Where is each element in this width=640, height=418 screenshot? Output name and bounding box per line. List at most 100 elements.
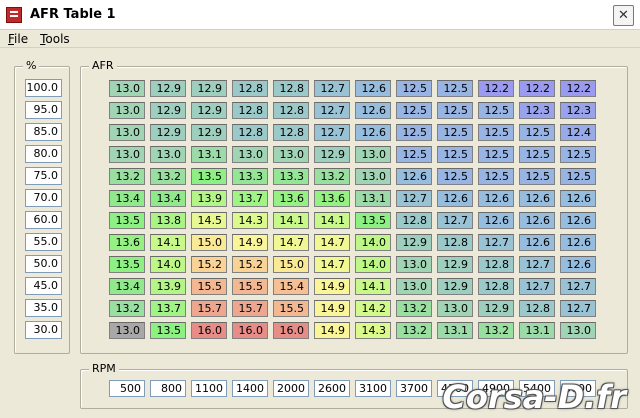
afr-cell[interactable]: 12.7	[314, 80, 350, 97]
afr-cell[interactable]: 12.6	[355, 124, 391, 141]
afr-cell[interactable]: 12.8	[232, 102, 268, 119]
afr-cell[interactable]: 13.2	[396, 300, 432, 317]
afr-cell[interactable]: 12.7	[519, 256, 555, 273]
afr-cell[interactable]: 12.5	[519, 146, 555, 163]
afr-cell[interactable]: 12.5	[437, 80, 473, 97]
afr-cell[interactable]: 12.9	[437, 256, 473, 273]
afr-cell[interactable]: 14.2	[355, 300, 391, 317]
afr-cell[interactable]: 13.0	[109, 146, 145, 163]
afr-cell[interactable]: 14.9	[232, 234, 268, 251]
afr-cell[interactable]: 13.8	[150, 212, 186, 229]
afr-cell[interactable]: 15.4	[273, 278, 309, 295]
afr-cell[interactable]: 13.9	[150, 278, 186, 295]
pct-cell[interactable]: 80.0	[25, 145, 62, 163]
afr-cell[interactable]: 14.1	[273, 212, 309, 229]
afr-cell[interactable]: 12.8	[273, 124, 309, 141]
afr-cell[interactable]: 13.1	[519, 322, 555, 339]
afr-cell[interactable]: 13.0	[396, 256, 432, 273]
afr-cell[interactable]: 12.7	[437, 212, 473, 229]
afr-cell[interactable]: 13.5	[191, 168, 227, 185]
afr-cell[interactable]: 12.7	[314, 124, 350, 141]
pct-cell[interactable]: 60.0	[25, 211, 62, 229]
afr-cell[interactable]: 14.0	[355, 234, 391, 251]
afr-cell[interactable]: 12.6	[478, 190, 514, 207]
afr-cell[interactable]: 12.8	[232, 80, 268, 97]
afr-cell[interactable]: 12.7	[560, 278, 596, 295]
afr-cell[interactable]: 12.6	[560, 256, 596, 273]
afr-cell[interactable]: 15.7	[191, 300, 227, 317]
afr-cell[interactable]: 13.2	[109, 300, 145, 317]
afr-cell[interactable]: 12.6	[396, 168, 432, 185]
afr-cell[interactable]: 12.3	[519, 102, 555, 119]
afr-cell[interactable]: 12.6	[560, 190, 596, 207]
afr-cell[interactable]: 12.6	[355, 80, 391, 97]
afr-cell[interactable]: 12.2	[560, 80, 596, 97]
afr-cell[interactable]: 14.0	[355, 256, 391, 273]
afr-cell[interactable]: 13.5	[150, 322, 186, 339]
afr-cell[interactable]: 12.3	[560, 102, 596, 119]
rpm-cell[interactable]: 1100	[191, 380, 227, 397]
rpm-cell[interactable]: 2600	[314, 380, 350, 397]
pct-cell[interactable]: 95.0	[25, 101, 62, 119]
afr-cell[interactable]: 13.0	[355, 146, 391, 163]
afr-cell[interactable]: 13.7	[150, 300, 186, 317]
rpm-cell[interactable]: 3100	[355, 380, 391, 397]
afr-cell[interactable]: 12.2	[478, 80, 514, 97]
rpm-cell[interactable]: 800	[150, 380, 186, 397]
menu-tools[interactable]: Tools	[40, 32, 70, 46]
afr-cell[interactable]: 15.2	[191, 256, 227, 273]
afr-cell[interactable]: 13.0	[109, 124, 145, 141]
afr-cell[interactable]: 14.7	[314, 234, 350, 251]
afr-cell[interactable]: 12.9	[437, 278, 473, 295]
afr-cell[interactable]: 13.0	[560, 322, 596, 339]
afr-cell[interactable]: 16.0	[191, 322, 227, 339]
afr-cell[interactable]: 12.5	[437, 102, 473, 119]
afr-cell[interactable]: 14.9	[314, 278, 350, 295]
afr-cell[interactable]: 13.0	[109, 80, 145, 97]
afr-cell[interactable]: 12.6	[519, 234, 555, 251]
afr-cell[interactable]: 12.5	[396, 102, 432, 119]
afr-cell[interactable]: 12.9	[191, 80, 227, 97]
afr-cell[interactable]: 14.0	[150, 256, 186, 273]
afr-cell[interactable]: 12.9	[191, 124, 227, 141]
pct-cell[interactable]: 45.0	[25, 277, 62, 295]
afr-cell[interactable]: 12.8	[232, 124, 268, 141]
afr-cell[interactable]: 13.0	[150, 146, 186, 163]
afr-cell[interactable]: 13.1	[355, 190, 391, 207]
afr-cell[interactable]: 12.5	[478, 146, 514, 163]
pct-cell[interactable]: 30.0	[25, 321, 62, 339]
afr-cell[interactable]: 12.6	[519, 190, 555, 207]
afr-cell[interactable]: 13.2	[314, 168, 350, 185]
afr-cell[interactable]: 12.7	[478, 234, 514, 251]
afr-cell[interactable]: 12.9	[396, 234, 432, 251]
afr-cell[interactable]: 12.6	[355, 102, 391, 119]
afr-cell[interactable]: 14.7	[314, 256, 350, 273]
afr-cell[interactable]: 14.9	[314, 322, 350, 339]
pct-cell[interactable]: 85.0	[25, 123, 62, 141]
afr-cell[interactable]: 12.9	[150, 102, 186, 119]
afr-cell[interactable]: 13.3	[232, 168, 268, 185]
afr-cell[interactable]: 12.7	[396, 190, 432, 207]
afr-cell[interactable]: 12.8	[478, 278, 514, 295]
afr-cell[interactable]: 16.0	[232, 322, 268, 339]
menu-file[interactable]: File	[8, 32, 28, 46]
afr-cell[interactable]: 12.6	[519, 212, 555, 229]
afr-cell[interactable]: 13.6	[109, 234, 145, 251]
afr-cell[interactable]: 12.7	[519, 278, 555, 295]
afr-cell[interactable]: 12.5	[437, 168, 473, 185]
afr-cell[interactable]: 15.5	[273, 300, 309, 317]
afr-cell[interactable]: 13.2	[150, 168, 186, 185]
afr-cell[interactable]: 12.6	[560, 212, 596, 229]
afr-cell[interactable]: 12.6	[560, 234, 596, 251]
afr-cell[interactable]: 12.9	[314, 146, 350, 163]
afr-cell[interactable]: 13.2	[109, 168, 145, 185]
afr-cell[interactable]: 12.5	[396, 124, 432, 141]
afr-cell[interactable]: 13.0	[355, 168, 391, 185]
pct-cell[interactable]: 70.0	[25, 189, 62, 207]
afr-cell[interactable]: 12.8	[519, 300, 555, 317]
afr-cell[interactable]: 12.5	[519, 168, 555, 185]
afr-cell[interactable]: 13.1	[191, 146, 227, 163]
afr-cell[interactable]: 12.6	[437, 190, 473, 207]
close-button[interactable]: ✕	[613, 5, 634, 26]
afr-cell[interactable]: 15.0	[191, 234, 227, 251]
